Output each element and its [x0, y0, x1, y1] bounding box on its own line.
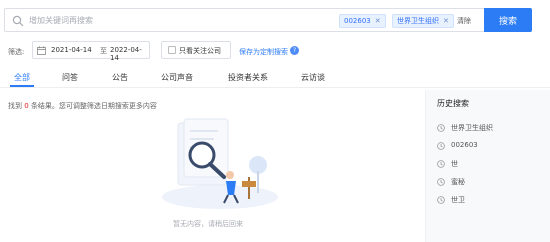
result-tabs: 全部 问答 公告 公司声音 投资者关系 云访谈	[0, 68, 550, 88]
clear-button[interactable]: 清除	[457, 14, 471, 28]
clock-icon	[437, 124, 445, 132]
history-title: 历史搜索	[437, 99, 469, 108]
tab-all[interactable]: 全部	[14, 72, 30, 83]
follow-only-checkbox[interactable]: 只看关注公司	[161, 41, 231, 59]
result-summary: 找到 0 条结果。您可调整筛选日期搜索更多内容	[8, 101, 157, 111]
help-icon[interactable]: ?	[290, 46, 299, 55]
result-count: 0	[24, 102, 29, 110]
search-tag: 002603 ✕	[339, 14, 386, 28]
empty-state-illustration	[162, 118, 278, 209]
search-input[interactable]	[29, 13, 299, 28]
search-tag: 世界卫生组织 ✕	[392, 14, 454, 28]
remove-tag-icon[interactable]: ✕	[443, 17, 449, 25]
date-start: 2021-04-14	[51, 46, 92, 54]
clock-icon	[437, 160, 445, 168]
history-item-label: 世卫	[451, 196, 465, 204]
date-end: 2022-04-14	[110, 46, 142, 62]
search-button[interactable]: 搜索	[484, 8, 532, 32]
follow-only-label: 只看关注公司	[179, 47, 221, 55]
search-bar: 002603 ✕ 世界卫生组织 ✕ 清除 搜索	[4, 8, 532, 32]
tag-label: 世界卫生组织	[397, 17, 439, 25]
search-icon	[12, 15, 24, 27]
result-suffix: 条结果。您可调整筛选日期搜索更多内容	[30, 102, 157, 110]
remove-tag-icon[interactable]: ✕	[375, 17, 381, 25]
result-prefix: 找到	[8, 102, 22, 110]
clock-icon	[437, 142, 445, 150]
clock-icon	[437, 196, 445, 204]
history-item-label: 002603	[451, 141, 478, 149]
filter-label: 筛选:	[8, 48, 25, 56]
tab-cloud-interview[interactable]: 云访谈	[301, 72, 325, 83]
tab-company-voice[interactable]: 公司声音	[161, 72, 193, 83]
date-separator: 至	[100, 47, 107, 55]
clock-icon	[437, 178, 445, 186]
checkbox-icon[interactable]	[168, 46, 176, 54]
active-tab-indicator	[10, 85, 34, 87]
tag-label: 002603	[344, 17, 371, 25]
history-item-label: 世界卫生组织	[451, 124, 493, 132]
history-item-label: 蜜秘	[451, 178, 465, 186]
tab-announcements[interactable]: 公告	[112, 72, 128, 83]
calendar-icon	[37, 46, 46, 55]
save-custom-search-link[interactable]: 保存为定制搜索	[239, 47, 288, 57]
tab-qa[interactable]: 问答	[62, 72, 78, 83]
history-item-label: 世	[451, 160, 458, 168]
empty-state-text: 暂无内容，请稍后回来	[173, 220, 243, 228]
tab-investor-relations[interactable]: 投资者关系	[228, 72, 268, 83]
search-history-panel: 历史搜索 世界卫生组织 002603 世 蜜秘 世卫	[425, 90, 550, 242]
date-range-picker[interactable]: 2021-04-14 至 2022-04-14	[32, 41, 150, 62]
